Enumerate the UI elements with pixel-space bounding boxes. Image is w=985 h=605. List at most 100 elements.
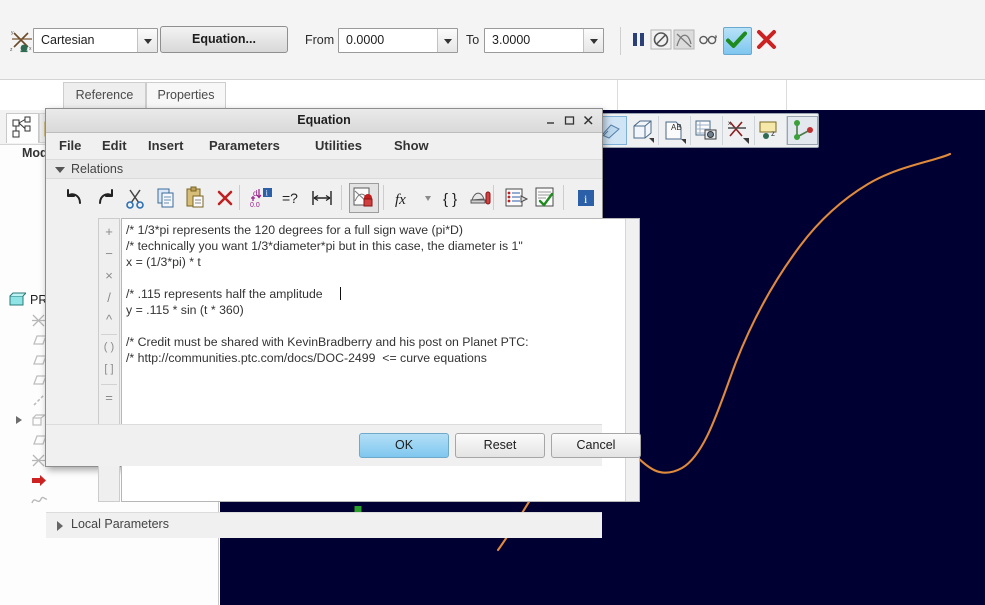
operator-brackets[interactable]: [ ] [99,359,119,381]
copy-icon[interactable] [151,184,179,212]
curve-command-ribbon: y x z Cartesian Equation... From 0.0000 … [0,0,985,80]
chevron-down-icon[interactable] [437,29,457,52]
svg-text:0.0: 0.0 [250,202,260,209]
relations-section-header[interactable]: Relations [46,160,602,179]
info-icon[interactable]: i [572,184,600,212]
to-input[interactable]: 3.0000 [484,28,604,53]
operator-minus[interactable]: − [99,243,119,265]
local-parameters-section[interactable]: Local Parameters [46,512,602,538]
curve-icon [30,492,48,509]
reset-button[interactable]: Reset [455,433,545,458]
chevron-right-icon[interactable] [57,521,63,531]
cancel-button[interactable]: Cancel [551,433,641,458]
relations-line: y = .115 * sin (t * 360) [126,303,244,317]
toolbar-separator [620,27,621,55]
tab-reference[interactable]: Reference [63,82,146,108]
display-style-icon[interactable] [627,116,659,145]
minimize-icon[interactable] [542,112,559,129]
tabstrip-divider [617,80,618,110]
units-icon[interactable] [467,184,495,212]
toolbar-separator [563,185,564,210]
application-window: y x z Cartesian Equation... From 0.0000 … [0,0,985,605]
pause-icon[interactable] [627,28,650,51]
menu-show[interactable]: Show [394,138,429,153]
saved-views-icon[interactable] [691,116,723,145]
csys-display-icon[interactable] [787,116,818,145]
chevron-down-icon[interactable] [55,167,65,173]
operator-plus[interactable]: + [99,221,119,243]
text-caret [340,287,341,300]
palette-separator [101,384,117,385]
local-parameters-label: Local Parameters [71,517,169,531]
coordinate-type-value: Cartesian [41,33,95,47]
toolbar-separator [493,185,494,210]
from-value: 0.0000 [346,33,385,47]
annotation-display-icon[interactable]: AB [659,116,691,145]
svg-text:=?: =? [282,190,298,206]
svg-text:y: y [11,30,14,36]
stop-icon[interactable] [650,28,673,51]
relations-line: /* Credit must be shared with KevinBradb… [126,335,529,349]
dialog-title-bar[interactable]: Equation [46,109,602,133]
chevron-down-icon[interactable] [137,29,157,52]
menu-parameters[interactable]: Parameters [209,138,280,153]
svg-text:AB: AB [671,123,682,132]
show-relations-icon[interactable] [501,184,529,212]
brackets-icon[interactable]: { } [437,184,465,212]
close-icon[interactable] [580,112,597,129]
tabstrip-divider [786,80,787,110]
operator-divide[interactable]: / [99,287,119,309]
relations-line: /* .115 represents half the amplitude [126,287,323,301]
toolbar-separator [383,185,384,210]
redo-icon[interactable] [91,184,119,212]
menu-file[interactable]: File [59,138,81,153]
operator-multiply[interactable]: × [99,265,119,287]
equation-button[interactable]: Equation... [160,26,288,53]
operator-power[interactable]: ^ [99,309,119,331]
tab-properties[interactable]: Properties [146,82,226,108]
delete-icon[interactable] [211,184,239,212]
layer-display-icon[interactable]: z [755,116,787,145]
chevron-down-icon[interactable] [583,29,603,52]
verify-relations-icon[interactable] [531,184,559,212]
cancel-cross-icon[interactable] [755,28,778,51]
to-label: To [466,33,480,47]
chevron-right-icon[interactable] [16,416,22,424]
menu-utilities[interactable]: Utilities [315,138,362,153]
svg-text:z: z [10,47,13,53]
paste-icon[interactable] [181,184,209,212]
coordinate-type-select[interactable]: Cartesian [33,28,158,53]
relations-line: /* 1/3*pi represents the 120 degrees for… [126,223,463,237]
undo-icon[interactable] [61,184,89,212]
cut-icon[interactable] [121,184,149,212]
insert-dimension-icon[interactable] [307,184,335,212]
maximize-icon[interactable] [561,112,578,129]
svg-text:x: x [29,46,32,52]
relations-line: /* http://communities.ptc.com/docs/DOC-2… [126,351,487,365]
verify-icon[interactable]: =? [277,184,305,212]
sort-relations-icon[interactable]: d 0.0 i [247,184,275,212]
svg-text:z: z [771,129,775,138]
ok-button[interactable]: OK [359,433,449,458]
model-tree-icon[interactable] [6,113,39,143]
preview-geometry-icon[interactable] [673,28,696,51]
viewport-floating-toolbar: AB x z [595,113,819,148]
vertical-scrollbar[interactable] [625,219,639,501]
operator-equals[interactable]: = [99,387,119,409]
function-icon[interactable]: fx [391,184,419,212]
menu-edit[interactable]: Edit [102,138,127,153]
menu-insert[interactable]: Insert [148,138,183,153]
from-input[interactable]: 0.0000 [338,28,458,53]
glasses-preview-icon[interactable] [697,28,720,51]
relations-section-label: Relations [71,162,124,176]
operator-parentheses[interactable]: ( ) [99,337,119,359]
dashboard-tab-strip: Reference Properties [0,80,985,111]
dialog-title: Equation [297,113,351,127]
function-dropdown-icon[interactable] [421,184,435,212]
insert-here-arrow-icon [30,472,48,489]
palette-separator [101,334,117,335]
datum-display-filters-icon[interactable]: x [723,116,755,145]
lock-relations-icon[interactable] [349,182,379,213]
dialog-footer: OK Reset Cancel [46,424,641,466]
accept-checkmark-icon[interactable] [723,27,752,55]
